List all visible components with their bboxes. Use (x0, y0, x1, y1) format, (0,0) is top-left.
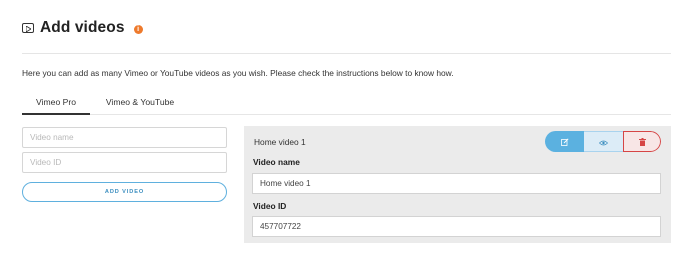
delete-button[interactable] (623, 131, 661, 152)
card-video-name-field[interactable] (252, 173, 661, 194)
video-card-actions (545, 131, 661, 152)
tab-bar: Vimeo Pro Vimeo & YouTube (22, 93, 671, 115)
video-name-label: Video name (253, 157, 300, 167)
video-name-input[interactable] (22, 127, 227, 148)
video-id-input[interactable] (22, 152, 227, 173)
preview-button[interactable] (584, 131, 623, 152)
play-icon (22, 23, 34, 33)
video-id-label: Video ID (253, 201, 287, 211)
eye-icon (598, 133, 609, 151)
intro-text: Here you can add as many Vimeo or YouTub… (22, 68, 454, 78)
tab-vimeo-youtube[interactable]: Vimeo & YouTube (100, 93, 180, 115)
edit-button[interactable] (545, 131, 584, 152)
page-title: Add videos (40, 19, 125, 36)
video-card-title: Home video 1 (254, 137, 306, 147)
trash-icon (638, 133, 646, 151)
header-divider (22, 53, 671, 54)
page-header: Add videos i (22, 16, 143, 40)
card-video-id-field[interactable] (252, 216, 661, 237)
add-video-button[interactable]: ADD VIDEO (22, 182, 227, 202)
edit-icon (560, 133, 569, 151)
info-icon[interactable]: i (133, 24, 143, 34)
tab-vimeo-pro[interactable]: Vimeo Pro (22, 93, 90, 115)
video-card: Home video 1 Video name Home video 1 Vid… (244, 126, 671, 243)
